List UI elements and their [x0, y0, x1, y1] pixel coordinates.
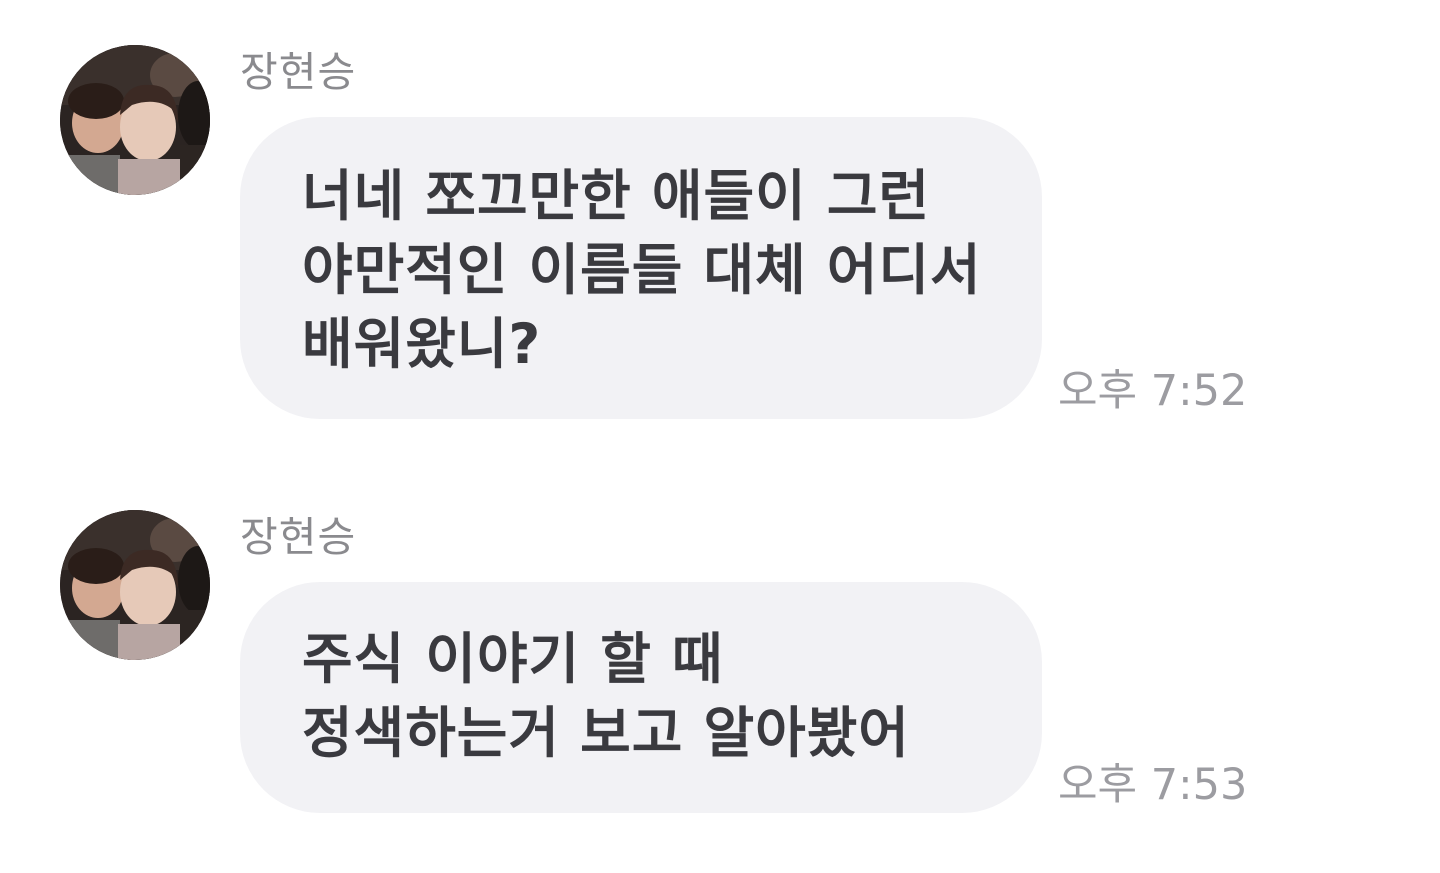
sender-avatar[interactable] [60, 45, 210, 195]
message-bubble[interactable]: 너네 쪼끄만한 애들이 그런 야만적인 이름들 대체 어디서 배워왔니? [240, 117, 1042, 419]
message-text-line: 야만적인 이름들 대체 어디서 [302, 238, 982, 302]
message-text-line: 주식 이야기 할 때 [302, 627, 724, 691]
message-timestamp: 오후 7:52 [1058, 366, 1248, 416]
message-bubble[interactable]: 주식 이야기 할 때 정색하는거 보고 알아봤어 [240, 582, 1042, 813]
sender-name: 장현승 [240, 513, 357, 561]
chat-view: 장현승 너네 쪼끄만한 애들이 그런 야만적인 이름들 대체 어디서 배워왔니?… [0, 0, 1440, 873]
avatar-photo-image [60, 45, 210, 195]
sender-avatar[interactable] [60, 510, 210, 660]
message-text-line: 배워왔니? [302, 312, 542, 376]
message-timestamp: 오후 7:53 [1058, 760, 1248, 810]
avatar-photo-image [60, 510, 210, 660]
message-text-line: 정색하는거 보고 알아봤어 [302, 701, 910, 765]
message-text-line: 너네 쪼끄만한 애들이 그런 [302, 164, 931, 228]
sender-name: 장현승 [240, 48, 357, 96]
